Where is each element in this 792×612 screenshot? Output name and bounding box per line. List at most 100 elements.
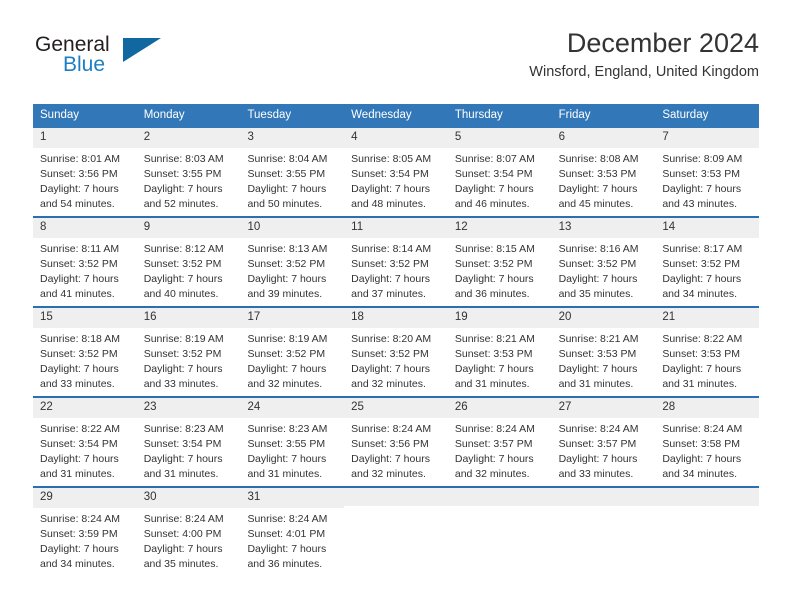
daylight-text-line2: and 50 minutes. [247,197,323,210]
day-details: Sunrise: 8:03 AM Sunset: 3:55 PM Dayligh… [137,148,241,212]
daylight-text-line1: Daylight: 7 hours [40,542,119,555]
sunset-text: Sunset: 3:54 PM [40,437,118,450]
day-cell[interactable]: 11 Sunrise: 8:14 AM Sunset: 3:52 PM Dayl… [344,217,448,306]
daylight-text-line2: and 32 minutes. [247,377,323,390]
day-details: Sunrise: 8:21 AM Sunset: 3:53 PM Dayligh… [552,328,656,392]
day-cell[interactable]: 10 Sunrise: 8:13 AM Sunset: 3:52 PM Dayl… [240,217,345,306]
daylight-text-line1: Daylight: 7 hours [558,182,638,195]
day-number: 14 [655,217,760,239]
day-number: 5 [447,127,552,149]
day-cell[interactable]: 2 Sunrise: 8:03 AM Sunset: 3:55 PM Dayli… [136,127,241,216]
day-cell[interactable]: 9 Sunrise: 8:12 AM Sunset: 3:52 PM Dayli… [136,217,241,306]
day-number: 20 [551,307,656,329]
day-cell[interactable]: 12 Sunrise: 8:15 AM Sunset: 3:52 PM Dayl… [447,217,552,306]
sunset-text: Sunset: 3:54 PM [351,167,429,180]
day-cell[interactable]: 5 Sunrise: 8:07 AM Sunset: 3:54 PM Dayli… [447,127,552,216]
day-cell[interactable]: 25 Sunrise: 8:24 AM Sunset: 3:56 PM Dayl… [344,397,448,486]
sunrise-text: Sunrise: 8:24 AM [454,423,535,436]
day-cell[interactable]: 23 Sunrise: 8:23 AM Sunset: 3:54 PM Dayl… [136,397,241,486]
weekday-header-monday: Monday [143,109,185,121]
day-cell[interactable]: 28 Sunrise: 8:24 AM Sunset: 3:58 PM Dayl… [655,397,760,486]
day-details: Sunrise: 8:15 AM Sunset: 3:52 PM Dayligh… [448,238,552,302]
sunrise-text: Sunrise: 8:17 AM [662,243,743,256]
day-cell[interactable]: 20 Sunrise: 8:21 AM Sunset: 3:53 PM Dayl… [551,307,656,396]
day-cell[interactable]: 3 Sunrise: 8:04 AM Sunset: 3:55 PM Dayli… [240,127,345,216]
daylight-text-line1: Daylight: 7 hours [40,362,119,375]
weekday-header-thursday: Thursday [454,109,503,121]
daylight-text-line1: Daylight: 7 hours [454,272,534,285]
sunrise-text: Sunrise: 8:24 AM [247,513,328,526]
day-number: 11 [344,217,448,239]
sunrise-text: Sunrise: 8:12 AM [143,243,224,256]
day-details: Sunrise: 8:24 AM Sunset: 3:59 PM Dayligh… [33,508,137,572]
day-cell[interactable]: 17 Sunrise: 8:19 AM Sunset: 3:52 PM Dayl… [240,307,345,396]
day-cell[interactable]: 16 Sunrise: 8:19 AM Sunset: 3:52 PM Dayl… [136,307,241,396]
daylight-text-line2: and 54 minutes. [40,197,115,210]
logo-text-general: General [35,33,110,56]
weekday-header-saturday: Saturday [662,109,709,121]
day-details: Sunrise: 8:18 AM Sunset: 3:52 PM Dayligh… [33,328,137,392]
day-cell[interactable]: 27 Sunrise: 8:24 AM Sunset: 3:57 PM Dayl… [551,397,656,486]
weekday-header-wednesday: Wednesday [351,109,412,121]
sunset-text: Sunset: 3:52 PM [40,347,118,360]
day-cell[interactable]: 8 Sunrise: 8:11 AM Sunset: 3:52 PM Dayli… [33,217,137,306]
week-row: 22 Sunrise: 8:22 AM Sunset: 3:54 PM Dayl… [33,395,760,486]
daylight-text-line2: and 34 minutes. [662,467,738,480]
daylight-text-line1: Daylight: 7 hours [558,272,638,285]
sunrise-text: Sunrise: 8:14 AM [351,243,432,256]
day-cell[interactable]: 7 Sunrise: 8:09 AM Sunset: 3:53 PM Dayli… [655,127,760,216]
day-number: 15 [33,307,137,329]
week-row: 1 Sunrise: 8:01 AM Sunset: 3:56 PM Dayli… [33,127,760,216]
day-number: 9 [136,217,241,239]
daylight-text-line2: and 31 minutes. [40,467,115,480]
day-cell[interactable]: 30 Sunrise: 8:24 AM Sunset: 4:00 PM Dayl… [136,487,241,576]
day-number: 28 [655,397,760,419]
day-cell[interactable]: 24 Sunrise: 8:23 AM Sunset: 3:55 PM Dayl… [240,397,345,486]
day-cell[interactable]: 26 Sunrise: 8:24 AM Sunset: 3:57 PM Dayl… [447,397,552,486]
daylight-text-line2: and 32 minutes. [351,467,426,480]
day-number: 6 [551,127,656,149]
sunset-text: Sunset: 3:57 PM [454,437,533,450]
sunset-text: Sunset: 3:56 PM [351,437,429,450]
daylight-text-line1: Daylight: 7 hours [662,182,742,195]
daylight-text-line1: Daylight: 7 hours [662,452,742,465]
day-cell[interactable]: 4 Sunrise: 8:05 AM Sunset: 3:54 PM Dayli… [344,127,448,216]
day-cell[interactable]: 6 Sunrise: 8:08 AM Sunset: 3:53 PM Dayli… [551,127,656,216]
day-cell[interactable]: 29 Sunrise: 8:24 AM Sunset: 3:59 PM Dayl… [33,487,137,576]
day-number: 17 [240,307,345,329]
day-cell[interactable]: 15 Sunrise: 8:18 AM Sunset: 3:52 PM Dayl… [33,307,137,396]
sunrise-text: Sunrise: 8:09 AM [662,153,743,166]
day-cell[interactable]: 14 Sunrise: 8:17 AM Sunset: 3:52 PM Dayl… [655,217,760,306]
daylight-text-line1: Daylight: 7 hours [143,542,223,555]
day-cell[interactable]: 19 Sunrise: 8:21 AM Sunset: 3:53 PM Dayl… [447,307,552,396]
title-block: December 2024 Winsford, England, United … [529,28,759,81]
sunset-text: Sunset: 3:53 PM [662,167,740,180]
daylight-text-line2: and 46 minutes. [454,197,530,210]
day-cell[interactable]: 1 Sunrise: 8:01 AM Sunset: 3:56 PM Dayli… [33,127,137,216]
sunrise-text: Sunrise: 8:24 AM [40,513,120,526]
week-row: 8 Sunrise: 8:11 AM Sunset: 3:52 PM Dayli… [33,215,760,306]
sunrise-text: Sunrise: 8:08 AM [558,153,639,166]
sunrise-text: Sunrise: 8:23 AM [247,423,328,436]
sunset-text: Sunset: 3:52 PM [351,347,429,360]
daylight-text-line1: Daylight: 7 hours [351,272,430,285]
daylight-text-line2: and 31 minutes. [247,467,323,480]
day-details: Sunrise: 8:05 AM Sunset: 3:54 PM Dayligh… [344,148,448,212]
day-cell[interactable]: 21 Sunrise: 8:22 AM Sunset: 3:53 PM Dayl… [655,307,760,396]
day-cell[interactable]: 13 Sunrise: 8:16 AM Sunset: 3:52 PM Dayl… [551,217,656,306]
sunset-text: Sunset: 3:52 PM [454,257,533,270]
day-cell[interactable]: 18 Sunrise: 8:20 AM Sunset: 3:52 PM Dayl… [344,307,448,396]
day-details: Sunrise: 8:14 AM Sunset: 3:52 PM Dayligh… [344,238,448,302]
day-number: 30 [136,487,241,509]
daylight-text-line1: Daylight: 7 hours [662,362,742,375]
general-blue-logo[interactable]: General Blue [33,28,283,92]
day-cell[interactable]: 31 Sunrise: 8:24 AM Sunset: 4:01 PM Dayl… [240,487,345,576]
sunset-text: Sunset: 3:52 PM [662,257,740,270]
day-cell[interactable]: 22 Sunrise: 8:22 AM Sunset: 3:54 PM Dayl… [33,397,137,486]
day-details: Sunrise: 8:08 AM Sunset: 3:53 PM Dayligh… [552,148,656,212]
day-number: 16 [136,307,241,329]
sunrise-text: Sunrise: 8:07 AM [454,153,535,166]
day-number [551,487,656,506]
day-details: Sunrise: 8:24 AM Sunset: 4:00 PM Dayligh… [137,508,241,572]
sunrise-text: Sunrise: 8:03 AM [143,153,224,166]
